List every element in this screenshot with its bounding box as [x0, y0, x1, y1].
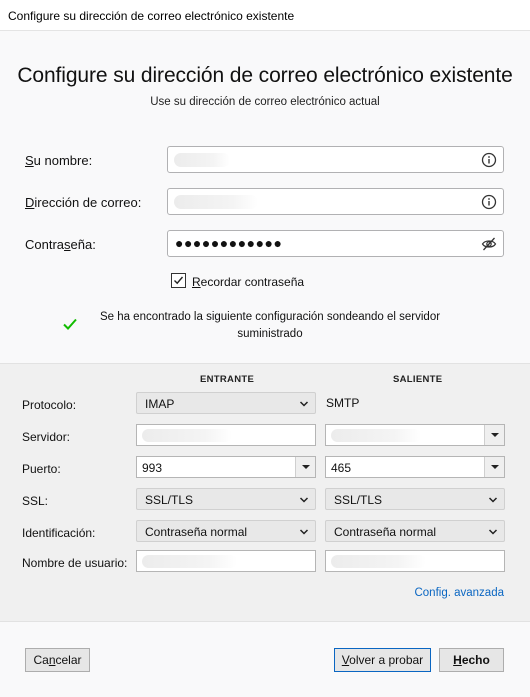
name-value-redacted: [174, 153, 230, 167]
email-label: Dirección de correo:: [25, 195, 142, 210]
name-input[interactable]: [167, 146, 504, 173]
chevron-down-icon: [302, 465, 310, 469]
outgoing-server-dropdown-button[interactable]: [484, 425, 504, 445]
outgoing-protocol: SMTP: [326, 396, 360, 410]
outgoing-server-redacted: [331, 429, 421, 442]
remember-password-checkbox[interactable]: [171, 273, 186, 288]
port-label: Puerto:: [22, 462, 61, 476]
incoming-ssl-select[interactable]: SSL/TLS: [136, 488, 316, 510]
page-subtitle: Use su dirección de correo electrónico a…: [150, 96, 380, 108]
incoming-username-input[interactable]: [136, 550, 316, 572]
cancel-button[interactable]: Cancelar: [25, 648, 90, 672]
incoming-server-redacted: [142, 429, 232, 442]
checkmark-icon: [174, 276, 184, 285]
incoming-protocol-select[interactable]: IMAP: [136, 392, 316, 414]
chevron-down-icon: [491, 465, 499, 469]
chevron-down-icon: [491, 433, 499, 437]
remember-password-label[interactable]: Recordar contraseña: [192, 275, 304, 289]
incoming-port-combo[interactable]: 993: [136, 456, 316, 478]
success-check-icon: [63, 318, 77, 330]
outgoing-username-redacted: [331, 555, 426, 568]
outgoing-server-combo[interactable]: [325, 424, 505, 446]
window-title: Configure su dirección de correo electró…: [8, 9, 295, 23]
username-label: Nombre de usuario:: [22, 556, 128, 570]
name-label: Su nombre:: [25, 153, 93, 168]
incoming-header: ENTRANTE: [200, 374, 255, 385]
chevron-down-icon: [488, 529, 498, 535]
info-icon[interactable]: [481, 152, 497, 168]
password-value: ●●●●●●●●●●●●: [175, 235, 283, 251]
outgoing-port-dropdown-button[interactable]: [484, 457, 504, 477]
outgoing-ssl-select[interactable]: SSL/TLS: [325, 488, 505, 510]
page-title: Configure su dirección de correo electró…: [17, 64, 513, 87]
outgoing-auth-select[interactable]: Contraseña normal: [325, 520, 505, 542]
protocol-label: Protocolo:: [22, 398, 77, 412]
chevron-down-icon: [299, 401, 309, 407]
incoming-username-redacted: [142, 555, 237, 568]
config-found-message: Se ha encontrado la siguiente configurac…: [99, 311, 441, 340]
incoming-port-dropdown-button[interactable]: [295, 457, 315, 477]
auth-label: Identificación:: [22, 526, 96, 540]
info-icon[interactable]: [481, 194, 497, 210]
server-label: Servidor:: [22, 430, 71, 444]
outgoing-port-combo[interactable]: 465: [325, 456, 505, 478]
email-input[interactable]: [167, 188, 504, 215]
incoming-server-input[interactable]: [136, 424, 316, 446]
email-value-redacted: [174, 195, 258, 209]
ssl-label: SSL:: [22, 494, 49, 508]
outgoing-username-input[interactable]: [325, 550, 505, 572]
retest-button[interactable]: Volver a probar: [334, 648, 431, 672]
window-titlebar: Configure su dirección de correo electró…: [0, 0, 530, 31]
done-button[interactable]: Hecho: [439, 648, 504, 672]
incoming-auth-select[interactable]: Contraseña normal: [136, 520, 316, 542]
chevron-down-icon: [488, 497, 498, 503]
chevron-down-icon: [299, 529, 309, 535]
advanced-config-link[interactable]: Config. avanzada: [414, 587, 504, 599]
footer-divider: [0, 621, 530, 622]
password-input[interactable]: ●●●●●●●●●●●●: [167, 230, 504, 257]
outgoing-header: SALIENTE: [393, 374, 443, 385]
password-label: Contraseña:: [25, 237, 96, 252]
chevron-down-icon: [299, 497, 309, 503]
hide-password-icon[interactable]: [481, 236, 497, 252]
